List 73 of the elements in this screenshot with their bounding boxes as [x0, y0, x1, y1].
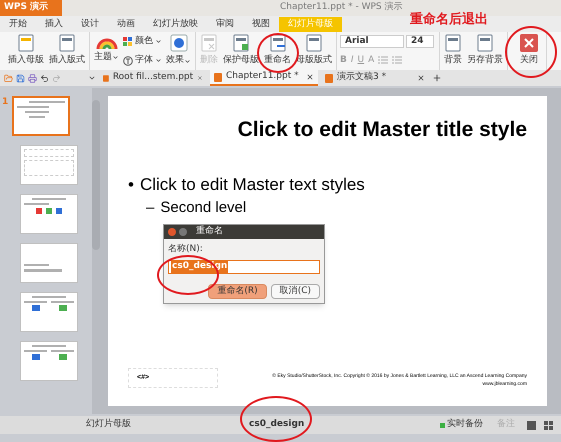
view-name: 幻灯片母版 — [86, 418, 131, 432]
annotation-text: 重命名后退出 — [410, 10, 488, 29]
close-icon[interactable] — [197, 74, 203, 82]
minimize-icon[interactable] — [179, 228, 187, 236]
menu-tab[interactable]: 动画 — [108, 17, 144, 32]
menu-tab[interactable]: 视图 — [243, 17, 279, 32]
bullet-text: Second level — [160, 198, 246, 218]
menu-tab[interactable]: 审阅 — [207, 17, 243, 32]
window-title: Chapter11.ppt * - WPS 演示 — [280, 1, 402, 14]
grid-view-icon[interactable] — [544, 420, 553, 430]
backup-status[interactable]: 实时备份 — [447, 418, 483, 432]
bullet-marker: – — [146, 198, 154, 218]
bullet-text: Click to edit Master text styles — [140, 174, 365, 196]
menu-tab[interactable]: 幻灯片放映 — [144, 17, 207, 32]
ribbon-button[interactable]: 主题 — [93, 32, 120, 70]
new-tab-icon[interactable] — [432, 73, 442, 83]
color-dropdown[interactable]: 颜色 — [123, 34, 162, 48]
annotation-circle — [240, 396, 312, 442]
slide-thumbnail[interactable] — [20, 145, 78, 185]
annotation-circle — [505, 26, 557, 78]
tab-label: Root fil...stem.ppt — [112, 71, 194, 84]
caret-icon[interactable] — [88, 74, 96, 82]
ribbon-button[interactable]: 另存背景 — [466, 32, 504, 70]
dialog-title: 重命名 — [196, 225, 223, 238]
field-label: 名称(N): — [168, 243, 203, 256]
caret-icon — [184, 58, 191, 64]
document-icon — [325, 74, 333, 82]
rainbow-icon — [96, 38, 118, 49]
ribbon-button[interactable]: 背景 — [443, 32, 463, 70]
ribbon-button[interactable]: 关闭 — [519, 32, 539, 70]
font-size-field[interactable]: 24 — [406, 34, 434, 48]
bullet-list-icon — [378, 56, 388, 64]
slide-thumbnail[interactable] — [20, 194, 78, 234]
close-icon[interactable] — [417, 74, 425, 82]
slide-thumbnail[interactable] — [20, 292, 78, 332]
ribbon-button[interactable]: 保护母版 — [222, 32, 260, 70]
menu-tab[interactable]: 插入 — [36, 17, 72, 32]
caret-icon — [112, 54, 119, 61]
document-icon — [214, 72, 222, 82]
menu-tab[interactable]: 设计 — [72, 17, 108, 32]
document-tab[interactable]: Chapter11.ppt * — [210, 70, 318, 86]
slide-number: 1 — [2, 96, 10, 109]
letter-circle-icon — [123, 56, 133, 66]
color-grid-icon — [123, 36, 133, 46]
font-dropdown[interactable]: 字体 — [123, 54, 162, 68]
design-name: cs0_design — [249, 418, 304, 432]
close-icon[interactable] — [306, 73, 314, 81]
ribbon-button[interactable]: 插入母版 — [7, 32, 45, 70]
normal-view-icon[interactable] — [527, 420, 536, 430]
dialog-button[interactable]: 取消(C) — [270, 284, 320, 298]
bullet-marker: • — [128, 174, 134, 196]
slide-title: Click to edit Master title style — [238, 117, 527, 143]
slide-thumbnail[interactable] — [12, 96, 70, 136]
backup-indicator-icon — [440, 422, 445, 428]
dialog-button[interactable]: 重命名(R) — [208, 284, 267, 298]
caret-icon — [155, 57, 162, 64]
slide-thumbnail[interactable] — [20, 341, 78, 381]
numbered-list-icon — [392, 56, 402, 64]
document-tab[interactable]: Root fil...stem.ppt — [99, 70, 207, 86]
undo-icon[interactable] — [40, 74, 49, 82]
tab-label: Chapter11.ppt * — [226, 70, 299, 84]
document-tab[interactable]: 演示文稿3 * — [321, 70, 429, 86]
tab-label: 演示文稿3 * — [337, 71, 386, 84]
ribbon-button[interactable]: 重命名 — [263, 32, 292, 70]
print-icon[interactable] — [28, 74, 37, 82]
ribbon-button[interactable]: 效果 — [165, 32, 192, 70]
document-icon — [103, 74, 109, 82]
save-icon[interactable] — [16, 74, 25, 82]
menu-tab[interactable]: 开始 — [0, 17, 36, 32]
font-name-field[interactable]: Arial — [340, 34, 404, 48]
ribbon-button[interactable]: 插入版式 — [48, 32, 86, 70]
caret-icon — [155, 38, 162, 45]
slide-thumbnail[interactable] — [20, 243, 78, 283]
